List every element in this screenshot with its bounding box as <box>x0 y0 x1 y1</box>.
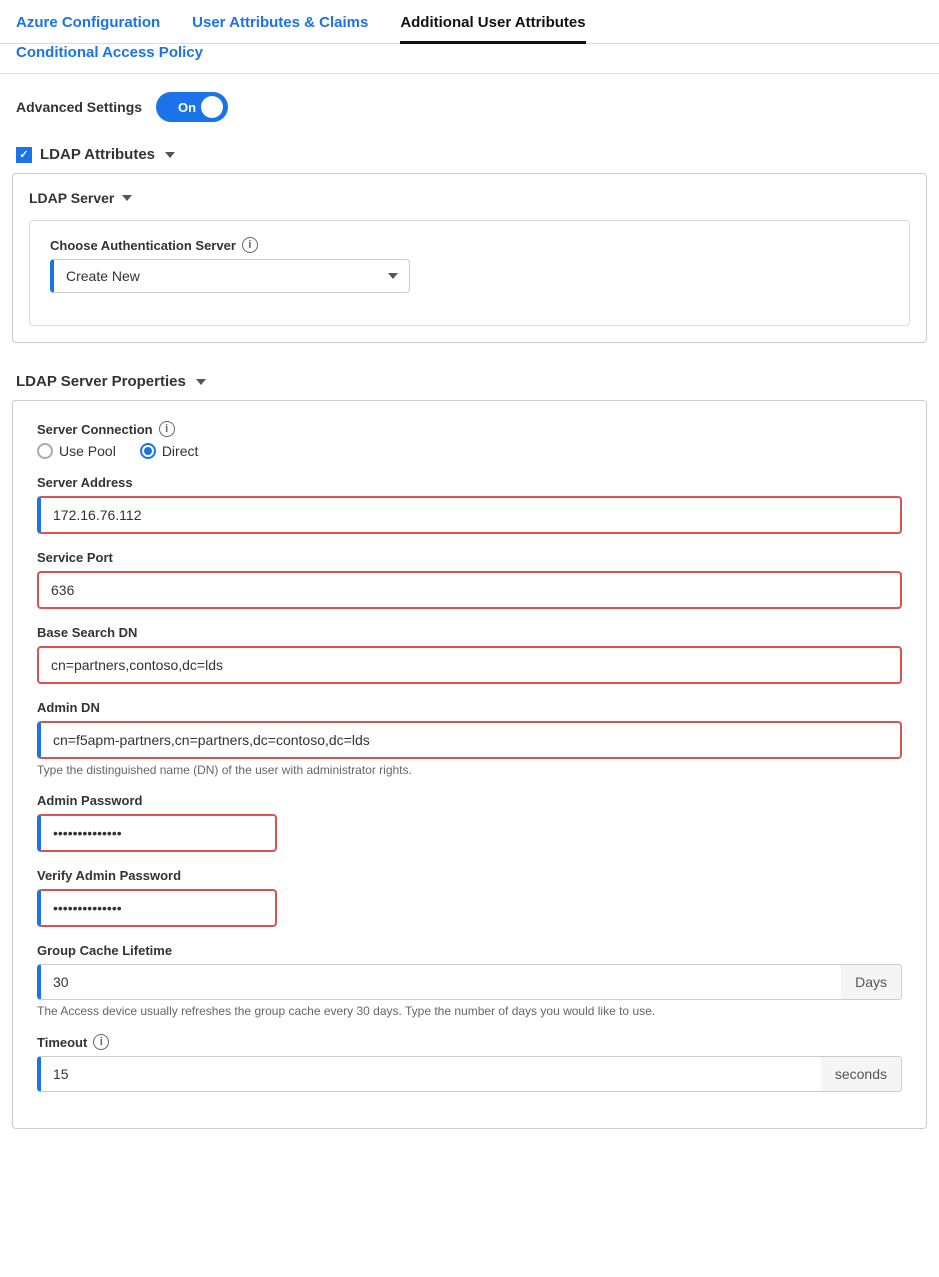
ldap-attributes-label: LDAP Attributes <box>40 146 155 163</box>
admin-dn-label: Admin DN <box>37 700 902 715</box>
admin-dn-hint: Type the distinguished name (DN) of the … <box>37 763 902 777</box>
verify-admin-password-group: Verify Admin Password <box>37 868 902 927</box>
admin-password-label: Admin Password <box>37 793 902 808</box>
ldap-props-chevron[interactable] <box>196 379 206 385</box>
server-connection-label: Server Connection i <box>37 421 902 437</box>
server-connection-info-icon[interactable]: i <box>159 421 175 437</box>
choose-auth-server-select-wrapper: Create New <box>50 259 410 293</box>
admin-password-input[interactable] <box>37 814 277 852</box>
ldap-server-header: LDAP Server <box>29 190 910 206</box>
timeout-input-wrapper: seconds <box>37 1056 902 1092</box>
radio-circle-direct <box>140 443 156 459</box>
service-port-input-wrapper <box>37 571 902 609</box>
choose-auth-server-group: Choose Authentication Server i Create Ne… <box>50 237 889 293</box>
ldap-server-card: LDAP Server Choose Authentication Server… <box>12 173 927 343</box>
admin-dn-input-wrapper <box>37 721 902 759</box>
ldap-server-label: LDAP Server <box>29 190 114 206</box>
radio-direct-label: Direct <box>162 443 199 459</box>
service-port-group: Service Port <box>37 550 902 609</box>
advanced-settings-toggle[interactable]: On <box>156 92 228 122</box>
choose-auth-server-select[interactable]: Create New <box>50 259 410 293</box>
admin-dn-input[interactable] <box>37 721 902 759</box>
group-cache-lifetime-hint: The Access device usually refreshes the … <box>37 1004 902 1018</box>
radio-circle-use-pool <box>37 443 53 459</box>
timeout-input[interactable] <box>37 1056 821 1092</box>
server-connection-group: Server Connection i Use Pool Direct <box>37 421 902 459</box>
service-port-input[interactable] <box>37 571 902 609</box>
ldap-attributes-checkbox[interactable]: ✓ <box>16 147 32 163</box>
ldap-server-inner-card: Choose Authentication Server i Create Ne… <box>29 220 910 326</box>
ldap-server-properties-card: Server Connection i Use Pool Direct Serv… <box>12 400 927 1129</box>
verify-admin-password-label: Verify Admin Password <box>37 868 902 883</box>
timeout-info-icon[interactable]: i <box>93 1034 109 1050</box>
group-cache-lifetime-input[interactable] <box>37 964 841 1000</box>
radio-use-pool-label: Use Pool <box>59 443 116 459</box>
advanced-settings-label: Advanced Settings <box>16 99 142 115</box>
ldap-server-chevron[interactable] <box>122 195 132 201</box>
group-cache-lifetime-input-wrapper: Days <box>37 964 902 1000</box>
admin-password-input-wrapper <box>37 814 902 852</box>
verify-admin-password-input-wrapper <box>37 889 902 927</box>
base-search-dn-input[interactable] <box>37 646 902 684</box>
verify-admin-password-input[interactable] <box>37 889 277 927</box>
choose-auth-server-info-icon[interactable]: i <box>242 237 258 253</box>
group-cache-lifetime-label: Group Cache Lifetime <box>37 943 902 958</box>
ldap-server-properties-label: LDAP Server Properties <box>16 373 186 390</box>
top-nav: Azure Configuration User Attributes & Cl… <box>0 0 939 74</box>
tab-additional-user-attrs[interactable]: Additional User Attributes <box>400 14 585 44</box>
ldap-attributes-header: ✓ LDAP Attributes <box>0 136 939 173</box>
tab-user-attrs-claims[interactable]: User Attributes & Claims <box>192 14 368 44</box>
server-address-input[interactable] <box>37 496 902 534</box>
radio-direct[interactable]: Direct <box>140 443 199 459</box>
tab-azure-config[interactable]: Azure Configuration <box>16 14 160 44</box>
server-address-input-wrapper <box>37 496 902 534</box>
group-cache-lifetime-suffix: Days <box>841 964 902 1000</box>
timeout-label: Timeout i <box>37 1034 902 1050</box>
group-cache-lifetime-group: Group Cache Lifetime Days The Access dev… <box>37 943 902 1018</box>
base-search-dn-input-wrapper <box>37 646 902 684</box>
admin-password-group: Admin Password <box>37 793 902 852</box>
toggle-knob <box>201 96 223 118</box>
timeout-suffix: seconds <box>821 1056 902 1092</box>
server-address-group: Server Address <box>37 475 902 534</box>
ldap-attributes-chevron[interactable] <box>165 152 175 158</box>
service-port-label: Service Port <box>37 550 902 565</box>
radio-use-pool[interactable]: Use Pool <box>37 443 116 459</box>
base-search-dn-label: Base Search DN <box>37 625 902 640</box>
choose-auth-server-label: Choose Authentication Server i <box>50 237 889 253</box>
toggle-on-label: On <box>178 100 196 115</box>
server-address-label: Server Address <box>37 475 902 490</box>
timeout-group: Timeout i seconds <box>37 1034 902 1092</box>
tab-conditional-access[interactable]: Conditional Access Policy <box>16 44 203 74</box>
base-search-dn-group: Base Search DN <box>37 625 902 684</box>
ldap-server-properties-header: LDAP Server Properties <box>0 359 939 400</box>
admin-dn-group: Admin DN Type the distinguished name (DN… <box>37 700 902 777</box>
server-connection-radio-group: Use Pool Direct <box>37 443 902 459</box>
advanced-settings-row: Advanced Settings On <box>0 74 939 136</box>
